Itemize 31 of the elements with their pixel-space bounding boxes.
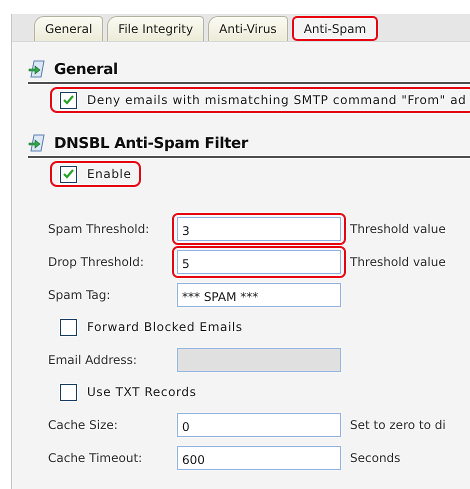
field-note: Threshold value — [350, 254, 446, 268]
checkbox[interactable] — [60, 92, 77, 108]
checkbox-label: Enable — [87, 167, 132, 181]
tab[interactable]: General — [34, 16, 104, 41]
tab[interactable]: File Integrity — [107, 16, 204, 41]
check-icon — [63, 169, 74, 179]
section-title: General — [54, 60, 118, 78]
input-field[interactable]: *** SPAM *** — [177, 282, 341, 306]
field-label: Spam Tag: — [47, 288, 112, 302]
field-label: Cache Timeout: — [47, 450, 144, 464]
input-field[interactable]: 5 — [177, 250, 341, 274]
checkbox-label: Use TXT Records — [87, 385, 196, 399]
input-field[interactable]: 0 — [177, 412, 341, 436]
field-label: Email Address: — [47, 352, 138, 366]
field-note: Set to zero to di — [350, 418, 446, 432]
checkbox[interactable] — [60, 384, 77, 400]
checkbox[interactable] — [60, 318, 77, 336]
tab[interactable]: Anti-Spam — [292, 16, 378, 41]
field-note: Threshold value — [350, 222, 446, 236]
section-title: DNSBL Anti-Spam Filter — [54, 134, 248, 152]
tab[interactable]: Anti-Virus — [208, 16, 288, 41]
input-field[interactable]: 3 — [177, 216, 341, 240]
checkbox[interactable] — [60, 166, 77, 182]
check-icon — [63, 95, 74, 105]
field-label: Spam Threshold: — [47, 222, 150, 236]
field-label: Cache Size: — [47, 418, 119, 432]
checkbox-label: Forward Blocked Emails — [87, 320, 243, 334]
field-note: Seconds — [350, 450, 400, 464]
checkbox-label: Deny emails with mismatching SMTP command "From" ad — [87, 93, 466, 107]
input-field[interactable]: 600 — [177, 446, 341, 470]
field-label: Drop Threshold: — [47, 254, 145, 268]
